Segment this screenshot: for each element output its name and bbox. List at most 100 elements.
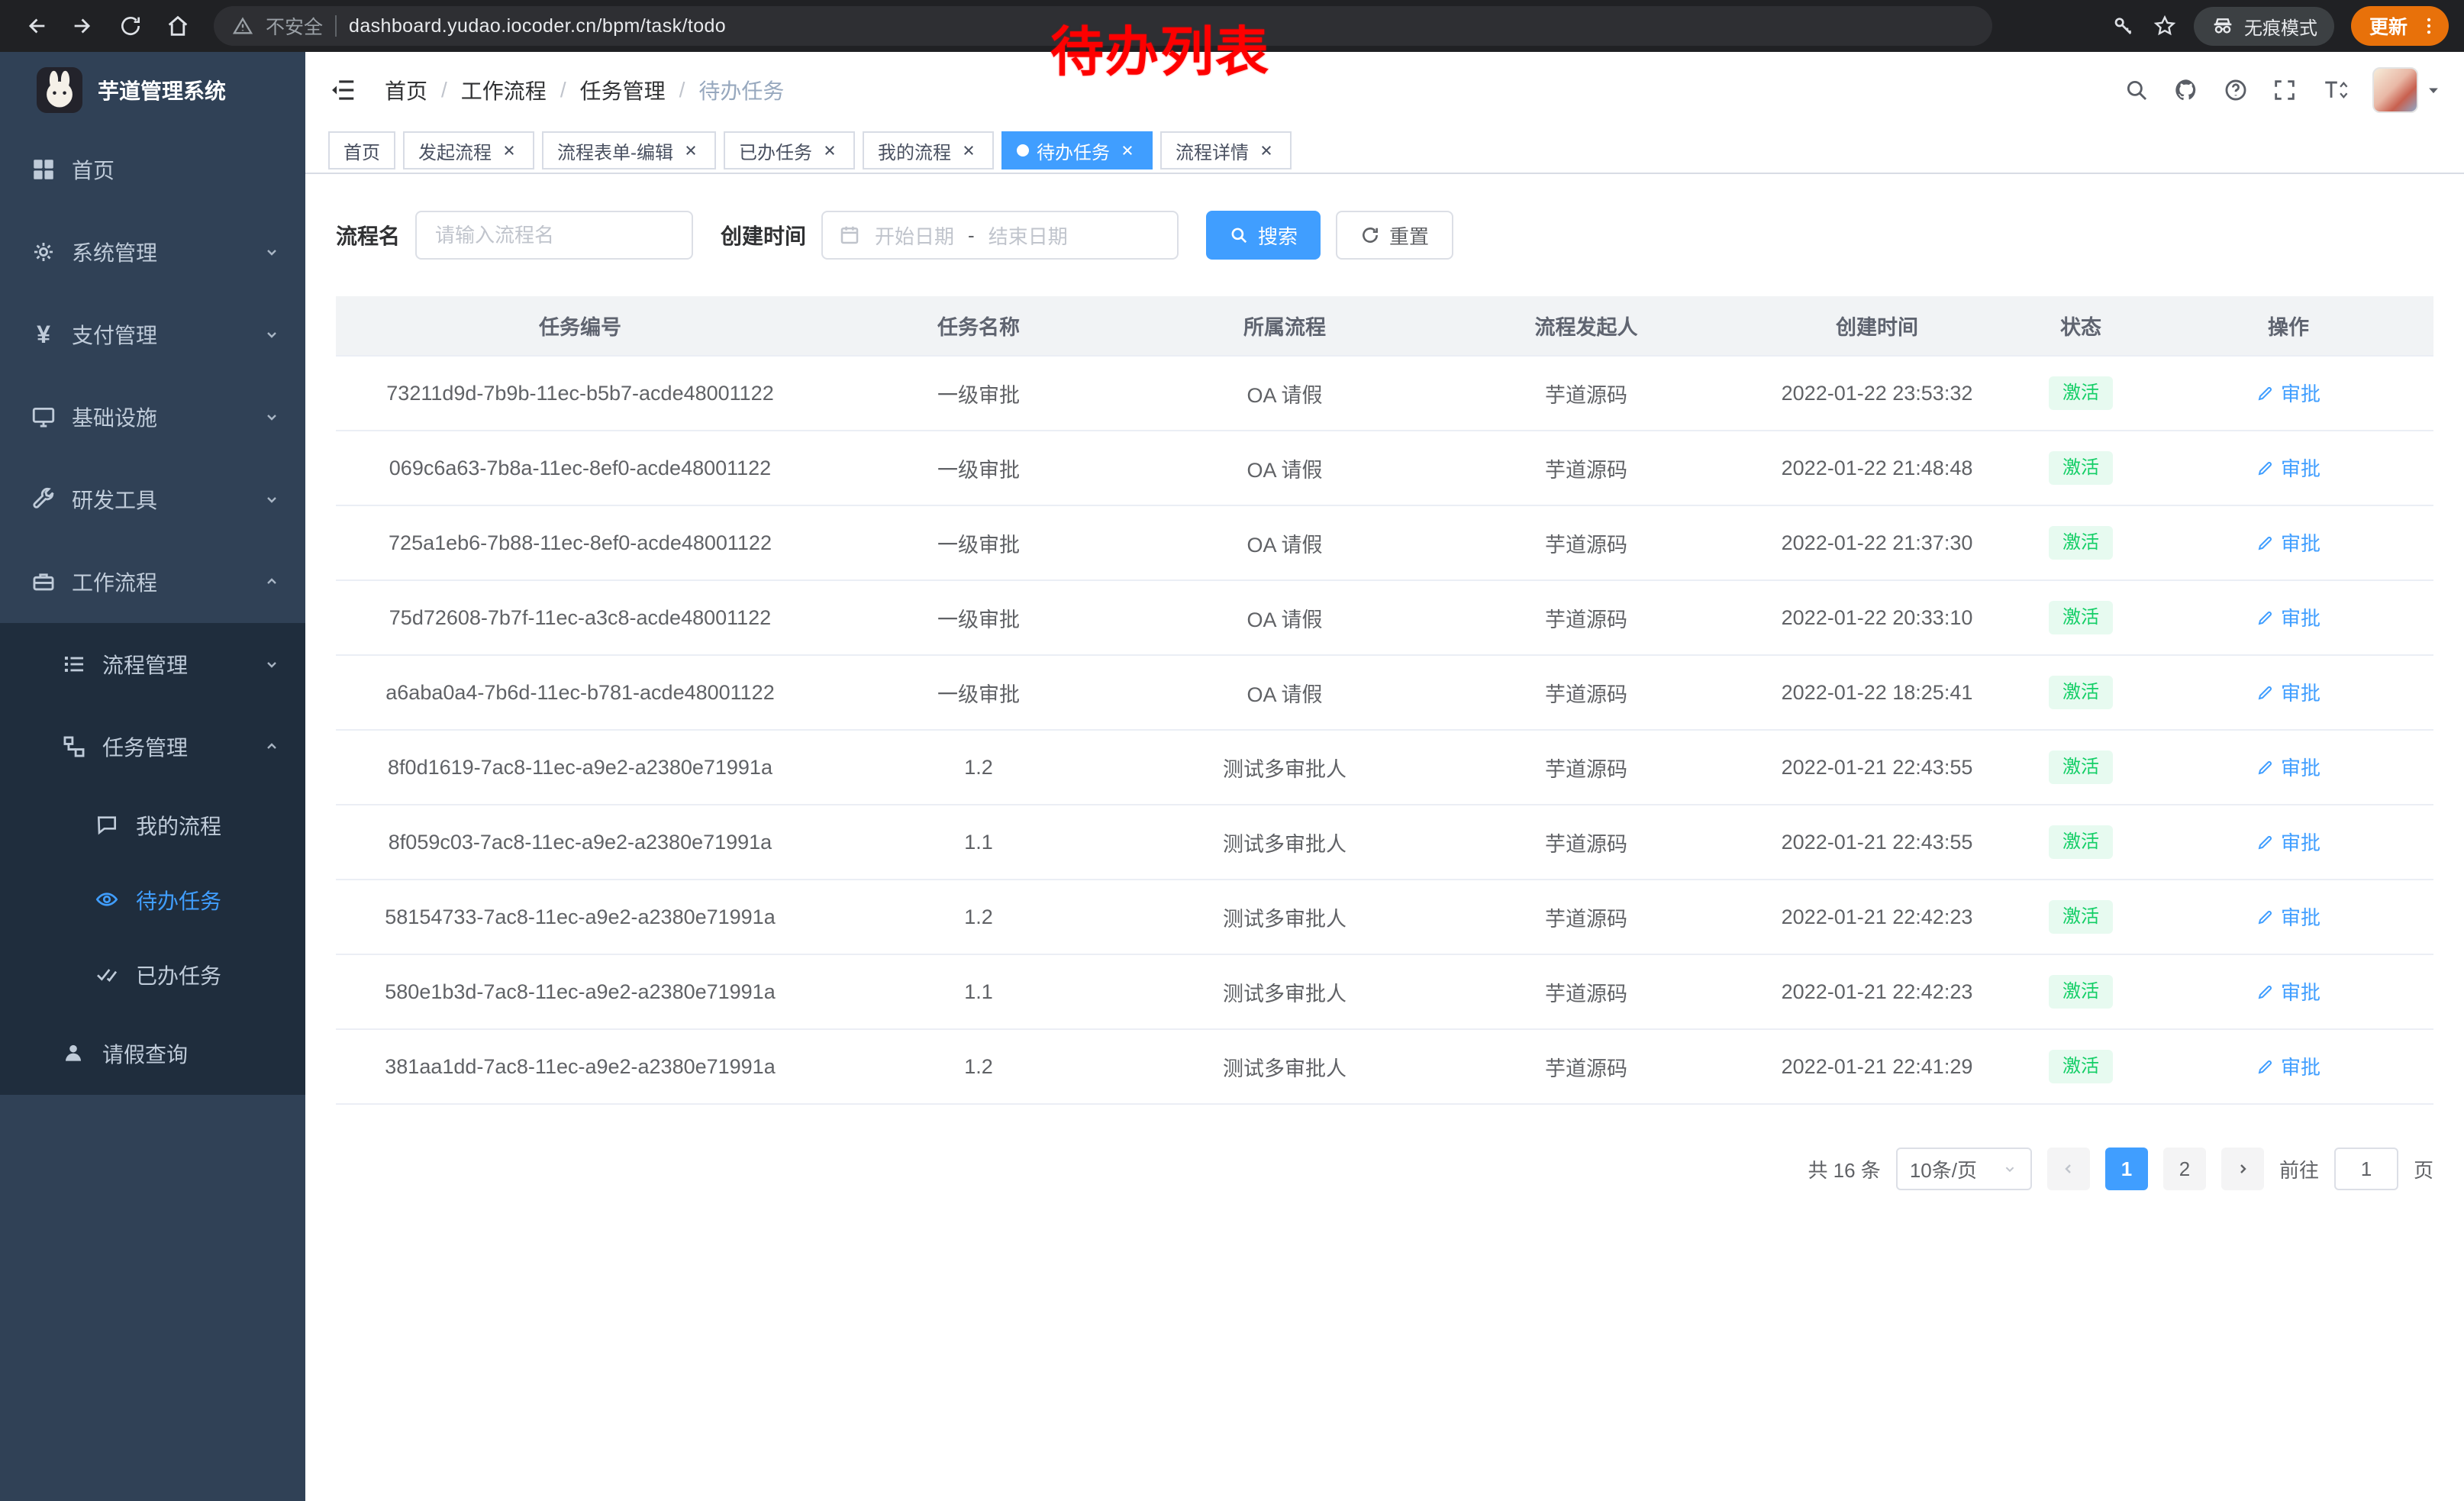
page-2-button[interactable]: 2: [2163, 1148, 2206, 1190]
close-icon[interactable]: [820, 140, 840, 160]
password-key-icon[interactable]: [2111, 14, 2136, 38]
page-1-button[interactable]: 1: [2105, 1148, 2148, 1190]
initiator-cell: 芋道源码: [1437, 880, 1736, 954]
date-range-picker[interactable]: 开始日期 - 结束日期: [821, 211, 1179, 260]
initiator-cell: 芋道源码: [1437, 730, 1736, 805]
prev-page-button[interactable]: [2047, 1148, 2090, 1190]
tab-home[interactable]: 首页: [328, 131, 395, 169]
status-badge: 激活: [2049, 900, 2113, 933]
sidebar-item-done-task[interactable]: 已办任务: [0, 938, 305, 1012]
edit-pencil-icon: [2256, 1057, 2275, 1076]
sidebar-item-system[interactable]: 系统管理: [0, 211, 305, 293]
task-id-cell: 580e1b3d-7ac8-11ec-a9e2-a2380e71991a: [336, 954, 824, 1029]
tab-form-edit[interactable]: 流程表单-编辑: [542, 131, 716, 169]
breadcrumb-separator: /: [679, 78, 685, 102]
col-task-id: 任务编号: [336, 296, 824, 356]
reset-button-label: 重置: [1389, 221, 1429, 250]
sidebar-item-label: 任务管理: [102, 731, 188, 762]
approve-link[interactable]: 审批: [2256, 753, 2320, 781]
edit-pencil-icon: [2256, 534, 2275, 552]
approve-link[interactable]: 审批: [2256, 603, 2320, 631]
approve-link[interactable]: 审批: [2256, 902, 2320, 931]
col-initiator: 流程发起人: [1437, 296, 1736, 356]
approve-link[interactable]: 审批: [2256, 1052, 2320, 1080]
close-icon[interactable]: [1118, 140, 1137, 160]
sidebar-item-task-mgmt[interactable]: 任务管理: [0, 705, 305, 788]
sidebar-item-process-mgmt[interactable]: 流程管理: [0, 623, 305, 705]
browser-reload-icon[interactable]: [110, 5, 151, 47]
font-size-icon[interactable]: [2320, 77, 2350, 103]
logo[interactable]: 芋道管理系统: [0, 52, 305, 128]
status-badge: 激活: [2049, 601, 2113, 634]
approve-link[interactable]: 审批: [2256, 977, 2320, 1006]
sidebar-item-infra[interactable]: 基础设施: [0, 376, 305, 458]
browser-home-icon[interactable]: [157, 5, 198, 47]
page-size-select[interactable]: 10条/页: [1896, 1148, 2032, 1190]
close-icon[interactable]: [499, 140, 519, 160]
goto-page-input[interactable]: [2334, 1148, 2398, 1190]
menu-dots-icon[interactable]: [2418, 15, 2440, 37]
sidebar-item-workflow[interactable]: 工作流程: [0, 541, 305, 623]
top-navbar: 首页 / 工作流程 / 任务管理 / 待办任务: [305, 52, 2464, 128]
tab-done-task[interactable]: 已办任务: [724, 131, 855, 169]
double-check-icon: [95, 962, 121, 988]
sidebar-collapse-icon[interactable]: [328, 76, 357, 105]
sidebar-item-home[interactable]: 首页: [0, 128, 305, 211]
navbar-right-cluster: [2124, 67, 2441, 113]
approve-link[interactable]: 审批: [2256, 379, 2320, 407]
main-area: 首页 / 工作流程 / 任务管理 / 待办任务: [305, 52, 2464, 1501]
chevron-right-icon: [2233, 1160, 2252, 1178]
eye-icon: [95, 887, 121, 913]
tab-start-process[interactable]: 发起流程: [403, 131, 534, 169]
omnibox-divider: [335, 15, 337, 37]
update-button[interactable]: 更新: [2351, 6, 2449, 46]
edit-pencil-icon: [2256, 608, 2275, 627]
breadcrumb-home[interactable]: 首页: [385, 75, 427, 105]
browser-back-icon[interactable]: [15, 5, 56, 47]
help-icon[interactable]: [2223, 77, 2249, 103]
fullscreen-icon[interactable]: [2272, 77, 2298, 103]
next-page-button[interactable]: [2221, 1148, 2264, 1190]
breadcrumb-separator: /: [560, 78, 566, 102]
update-label: 更新: [2369, 12, 2408, 40]
close-icon[interactable]: [959, 140, 979, 160]
approve-link[interactable]: 审批: [2256, 678, 2320, 706]
initiator-cell: 芋道源码: [1437, 356, 1736, 431]
task-name-cell: 1.2: [824, 730, 1133, 805]
sidebar-item-devtools[interactable]: 研发工具: [0, 458, 305, 541]
bookmark-star-icon[interactable]: [2153, 14, 2177, 38]
status-badge: 激活: [2049, 825, 2113, 858]
edit-pencil-icon: [2256, 384, 2275, 402]
sidebar-item-leave-query[interactable]: 请假查询: [0, 1012, 305, 1095]
range-separator: -: [968, 224, 975, 247]
approve-link[interactable]: 审批: [2256, 454, 2320, 482]
task-name-cell: 一级审批: [824, 655, 1133, 730]
tab-process-detail[interactable]: 流程详情: [1160, 131, 1292, 169]
search-icon[interactable]: [2124, 77, 2150, 103]
tab-label: 已办任务: [739, 137, 812, 164]
close-icon[interactable]: [1256, 140, 1276, 160]
tab-todo-task[interactable]: 待办任务: [1001, 131, 1153, 169]
user-avatar[interactable]: [2372, 67, 2441, 113]
sidebar-item-label: 研发工具: [72, 484, 157, 515]
breadcrumb-task-mgmt[interactable]: 任务管理: [580, 75, 666, 105]
search-button[interactable]: 搜索: [1206, 211, 1321, 260]
table-row: 580e1b3d-7ac8-11ec-a9e2-a2380e71991a 1.1…: [336, 954, 2433, 1029]
breadcrumb-workflow[interactable]: 工作流程: [461, 75, 547, 105]
process-name-input[interactable]: [415, 211, 693, 260]
github-icon[interactable]: [2172, 76, 2200, 104]
sidebar-item-label: 系统管理: [72, 237, 157, 267]
browser-forward-icon[interactable]: [63, 5, 104, 47]
sidebar-item-todo-task[interactable]: 待办任务: [0, 863, 305, 938]
sidebar-item-payment[interactable]: ¥ 支付管理: [0, 293, 305, 376]
approve-link[interactable]: 审批: [2256, 828, 2320, 856]
task-name-cell: 1.1: [824, 805, 1133, 880]
reset-button[interactable]: 重置: [1336, 211, 1453, 260]
close-icon[interactable]: [681, 140, 701, 160]
col-status: 状态: [2018, 296, 2143, 356]
sidebar-item-label: 我的流程: [136, 810, 221, 841]
approve-link[interactable]: 审批: [2256, 528, 2320, 557]
sidebar-item-label: 首页: [72, 154, 114, 185]
tab-my-process[interactable]: 我的流程: [863, 131, 994, 169]
sidebar-item-my-process[interactable]: 我的流程: [0, 788, 305, 863]
